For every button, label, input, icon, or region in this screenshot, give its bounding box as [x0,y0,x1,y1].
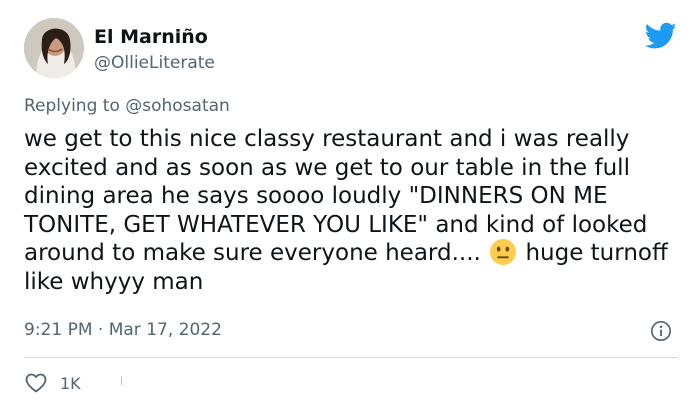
tweet-text: we get to this nice classy restaurant an… [24,125,688,297]
user-handle[interactable]: @OllieLiterate [94,53,215,73]
replying-to: Replying to @sohosatan [24,96,230,116]
tweet-timestamp[interactable]: 9:21 PM · Mar 17, 2022 [24,320,222,340]
tweet-card: El Marniño @OllieLiterate Replying to @s… [0,0,700,410]
twitter-bird-icon[interactable] [645,22,677,50]
divider [24,357,678,358]
replying-to-label: Replying to [24,96,120,116]
avatar[interactable] [24,18,84,78]
like-button[interactable]: 1K [24,371,81,395]
display-name[interactable]: El Marniño [94,26,208,48]
action-separator [121,377,122,385]
reply-mention-link[interactable]: @sohosatan [125,96,230,116]
heart-icon [25,373,47,393]
like-count: 1K [60,373,81,393]
info-icon[interactable] [650,320,672,342]
neutral-face-emoji [490,239,517,266]
